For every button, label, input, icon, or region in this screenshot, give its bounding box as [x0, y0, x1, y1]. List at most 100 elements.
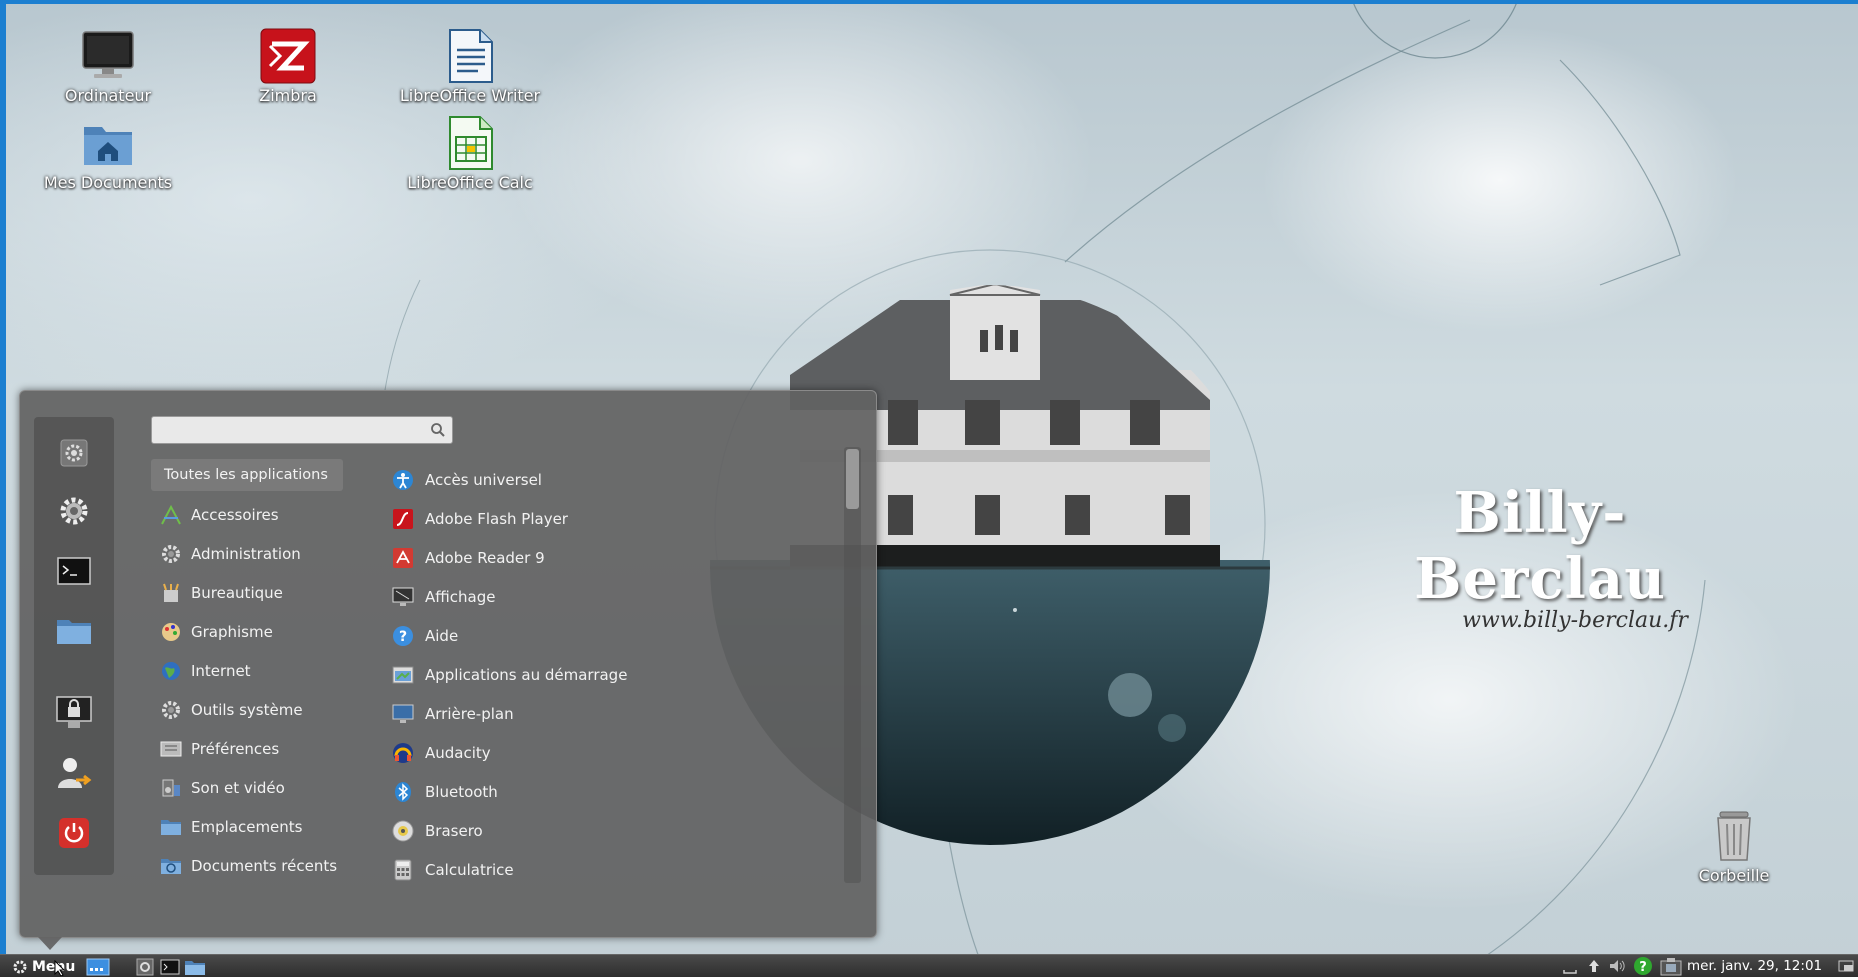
- desktop-icon-label: Mes Documents: [43, 173, 173, 192]
- terminal-icon[interactable]: [54, 551, 94, 591]
- update-arrow-icon[interactable]: [1586, 958, 1602, 978]
- app-label: Applications au démarrage: [425, 665, 628, 684]
- category-label: Outils système: [191, 700, 303, 719]
- app-label: Calculatrice: [425, 860, 514, 879]
- svg-text:?: ?: [399, 629, 407, 645]
- desktop-icon-libreoffice-calc[interactable]: LibreOffice Calc: [390, 115, 550, 192]
- network-status-icon[interactable]: ?: [1632, 956, 1654, 980]
- accessibility-icon: [391, 468, 415, 492]
- flash-player-icon: [391, 507, 415, 531]
- app-label: Affichage: [425, 587, 496, 606]
- computer-icon: [80, 28, 136, 84]
- power-icon[interactable]: [54, 813, 94, 853]
- multimedia-icon: [159, 776, 183, 800]
- workspace-switcher-icon[interactable]: [1660, 958, 1682, 980]
- panel-settings-launcher-icon[interactable]: [136, 958, 154, 980]
- panel-folder-launcher-icon[interactable]: [184, 958, 206, 980]
- category-label: Préférences: [191, 739, 280, 758]
- app-affichage[interactable]: Affichage: [391, 577, 861, 616]
- places-folder-icon: [159, 815, 183, 839]
- mouse-cursor-icon: [54, 960, 66, 976]
- category-bureautique[interactable]: Bureautique: [151, 573, 351, 612]
- folder-icon[interactable]: [54, 611, 94, 651]
- graphics-palette-icon: [159, 620, 183, 644]
- window-top-border: [0, 0, 1858, 4]
- app-label: Bluetooth: [425, 782, 498, 801]
- app-audacity[interactable]: Audacity: [391, 733, 861, 772]
- search-input[interactable]: [158, 417, 422, 443]
- app-label: Brasero: [425, 821, 483, 840]
- desktop-icon-label: Zimbra: [259, 86, 317, 105]
- app-applications-au-demarrage[interactable]: Applications au démarrage: [391, 655, 861, 694]
- bluetooth-icon: [391, 780, 415, 804]
- lock-screen-icon[interactable]: [54, 693, 94, 733]
- administration-gear-icon: [159, 542, 183, 566]
- scrollbar-thumb[interactable]: [846, 449, 859, 509]
- app-aide[interactable]: ? Aide: [391, 616, 861, 655]
- background-icon: [391, 702, 415, 726]
- category-label: Graphisme: [191, 622, 273, 641]
- help-icon: ?: [391, 624, 415, 648]
- category-preferences[interactable]: Préférences: [151, 729, 351, 768]
- favorites-sidebar: [34, 417, 114, 875]
- desktop-icon-ordinateur[interactable]: Ordinateur: [28, 28, 188, 105]
- office-icon: [159, 581, 183, 605]
- category-label: Son et vidéo: [191, 778, 285, 797]
- desktop-icon-label: LibreOffice Writer: [399, 86, 541, 105]
- category-outils-systeme[interactable]: Outils système: [151, 690, 351, 729]
- settings-small-icon[interactable]: [54, 433, 94, 473]
- category-internet[interactable]: Internet: [151, 651, 351, 690]
- category-all-applications[interactable]: Toutes les applications: [151, 459, 343, 491]
- category-documents-recents[interactable]: Documents récents: [151, 846, 351, 885]
- app-label: Adobe Flash Player: [425, 509, 568, 528]
- preferences-icon: [159, 737, 183, 761]
- app-adobe-flash-player[interactable]: Adobe Flash Player: [391, 499, 861, 538]
- category-list: Toutes les applications Accessoires Admi…: [151, 459, 351, 885]
- category-label: Toutes les applications: [164, 467, 328, 483]
- category-label: Administration: [191, 544, 301, 563]
- category-administration[interactable]: Administration: [151, 534, 351, 573]
- app-label: Arrière-plan: [425, 704, 514, 723]
- desktop-icon-mes-documents[interactable]: Mes Documents: [28, 115, 188, 192]
- trash-icon: [1706, 808, 1762, 864]
- desktop-icon-corbeille[interactable]: Corbeille: [1654, 808, 1814, 885]
- app-arriere-plan[interactable]: Arrière-plan: [391, 694, 861, 733]
- category-label: Accessoires: [191, 505, 279, 524]
- application-list: Accès universel Adobe Flash Player Adobe…: [391, 460, 861, 889]
- app-adobe-reader[interactable]: Adobe Reader 9: [391, 538, 861, 577]
- desktop-icon-label: LibreOffice Calc: [407, 173, 533, 192]
- keyboard-layout-icon[interactable]: [1562, 958, 1578, 978]
- search-icon[interactable]: [430, 422, 446, 442]
- window-left-border: [0, 0, 6, 956]
- show-desktop-icon[interactable]: [86, 958, 110, 980]
- category-emplacements[interactable]: Emplacements: [151, 807, 351, 846]
- desktop-icon-zimbra[interactable]: Zimbra: [208, 28, 368, 105]
- desktop-icon-libreoffice-writer[interactable]: LibreOffice Writer: [390, 28, 550, 105]
- brand-title: Billy-Berclau: [1414, 480, 1666, 612]
- app-acces-universel[interactable]: Accès universel: [391, 460, 861, 499]
- category-label: Documents récents: [191, 856, 338, 875]
- application-list-scrollbar[interactable]: [844, 447, 861, 883]
- category-label: Emplacements: [191, 817, 303, 836]
- gear-icon[interactable]: [54, 491, 94, 531]
- logout-user-icon[interactable]: [54, 753, 94, 793]
- menu-gear-icon: [12, 959, 28, 975]
- app-brasero[interactable]: Brasero: [391, 811, 861, 850]
- wallpaper-brand: Billy-Berclau www.billy-berclau.fr: [1360, 480, 1720, 633]
- display-icon: [391, 585, 415, 609]
- menu-pointer: [38, 937, 62, 950]
- volume-icon[interactable]: [1608, 958, 1628, 978]
- libreoffice-calc-icon: [442, 115, 498, 171]
- category-graphisme[interactable]: Graphisme: [151, 612, 351, 651]
- category-accessoires[interactable]: Accessoires: [151, 495, 351, 534]
- category-label: Bureautique: [191, 583, 283, 602]
- zimbra-icon: [260, 28, 316, 84]
- category-son-et-video[interactable]: Son et vidéo: [151, 768, 351, 807]
- clock[interactable]: mer. janv. 29, 12:01: [1687, 958, 1822, 974]
- app-calculatrice[interactable]: Calculatrice: [391, 850, 861, 889]
- app-label: Aide: [425, 626, 459, 645]
- adobe-reader-icon: [391, 546, 415, 570]
- app-bluetooth[interactable]: Bluetooth: [391, 772, 861, 811]
- window-list-icon[interactable]: [1838, 958, 1854, 978]
- panel-terminal-launcher-icon[interactable]: [160, 958, 180, 980]
